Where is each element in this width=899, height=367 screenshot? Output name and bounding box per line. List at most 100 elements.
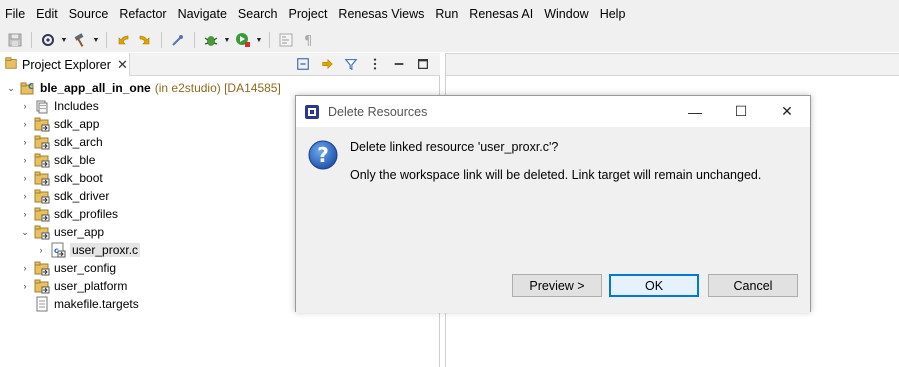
- tree-item-label: sdk_ble: [54, 153, 96, 167]
- menu-renesas-ai[interactable]: Renesas AI: [463, 0, 538, 28]
- menu-edit[interactable]: Edit: [30, 0, 63, 28]
- tree-item-label: Includes: [54, 99, 99, 113]
- maximize-icon[interactable]: [412, 55, 434, 73]
- preview-button[interactable]: Preview >: [512, 274, 602, 297]
- linked-folder-icon: [34, 260, 50, 276]
- toolbar-separator: [31, 32, 32, 48]
- tree-item-label: sdk_arch: [54, 135, 103, 149]
- tree-item-label: user_proxr.c: [70, 243, 141, 257]
- filter-icon[interactable]: [340, 55, 362, 73]
- dialog-message: Delete linked resource 'user_proxr.c'?: [350, 140, 559, 154]
- menu-navigate[interactable]: Navigate: [172, 0, 232, 28]
- menu-bar: File Edit Source Refactor Navigate Searc…: [0, 0, 899, 28]
- chevron-right-icon[interactable]: ›: [20, 119, 30, 129]
- build-config-icon[interactable]: [37, 30, 59, 50]
- tab-label: Project Explorer: [22, 57, 111, 72]
- e2studio-app-icon: [304, 104, 320, 120]
- editor-tab-bar: [446, 54, 899, 76]
- menu-renesas-views[interactable]: Renesas Views: [332, 0, 429, 28]
- chevron-right-icon[interactable]: ›: [20, 101, 30, 111]
- chevron-right-icon[interactable]: ›: [20, 191, 30, 201]
- delete-resources-dialog: Delete Resources ― ☐ ✕ ? Delete linked r…: [295, 95, 811, 313]
- tab-project-explorer[interactable]: Project Explorer ✕: [0, 53, 130, 76]
- run-icon[interactable]: [232, 30, 254, 50]
- tree-item-label: sdk_boot: [54, 171, 103, 185]
- link-with-editor-icon[interactable]: [316, 55, 338, 73]
- menu-file[interactable]: File: [0, 0, 30, 28]
- svg-text:C: C: [28, 82, 34, 91]
- debug-icon[interactable]: [167, 30, 189, 50]
- linked-folder-icon: [34, 188, 50, 204]
- cancel-button[interactable]: Cancel: [708, 274, 798, 297]
- toolbar-separator: [269, 32, 270, 48]
- menu-run[interactable]: Run: [429, 0, 463, 28]
- menu-help[interactable]: Help: [594, 0, 631, 28]
- view-menu-icon[interactable]: [364, 55, 386, 73]
- svg-text:?: ?: [317, 143, 329, 167]
- linked-folder-icon: [34, 170, 50, 186]
- window-controls: ― ☐ ✕: [672, 96, 810, 127]
- chevron-right-icon[interactable]: ›: [20, 281, 30, 291]
- tree-item-label: makefile.targets: [54, 297, 139, 311]
- chevron-down-icon[interactable]: ▼: [59, 30, 69, 50]
- tree-item-label: user_platform: [54, 279, 128, 293]
- maximize-window-icon[interactable]: ☐: [718, 96, 764, 127]
- chevron-down-icon[interactable]: ▼: [254, 30, 264, 50]
- menu-project[interactable]: Project: [283, 0, 333, 28]
- terminal-icon[interactable]: [275, 30, 297, 50]
- pilcrow-icon[interactable]: ¶: [297, 30, 319, 50]
- c-file-icon: c: [50, 242, 66, 258]
- includes-icon: [34, 98, 50, 114]
- view-tab-bar: Project Explorer ✕: [0, 53, 440, 76]
- chevron-down-icon[interactable]: ⌄: [20, 227, 30, 237]
- toolbar-separator: [106, 32, 107, 48]
- chevron-right-icon[interactable]: ›: [20, 263, 30, 273]
- forward-icon[interactable]: [134, 30, 156, 50]
- close-icon[interactable]: ✕: [117, 57, 128, 73]
- tree-item-label: sdk_profiles: [54, 207, 119, 221]
- back-icon[interactable]: [112, 30, 134, 50]
- minimize-icon[interactable]: [388, 55, 410, 73]
- tree-item-label: user_config: [54, 261, 117, 275]
- tree-item-label: user_app: [54, 225, 105, 239]
- dialog-body: ? Delete linked resource 'user_proxr.c'?…: [296, 127, 810, 313]
- linked-folder-icon: [34, 152, 50, 168]
- view-toolbar: [292, 55, 434, 73]
- project-name: ble_app_all_in_one: [40, 81, 151, 95]
- menu-source[interactable]: Source: [63, 0, 114, 28]
- save-icon[interactable]: [4, 30, 26, 50]
- menu-window[interactable]: Window: [538, 0, 593, 28]
- svg-text:¶: ¶: [304, 34, 312, 48]
- chevron-right-icon[interactable]: ›: [20, 209, 30, 219]
- toolbar-separator: [194, 32, 195, 48]
- linked-folder-icon: [34, 206, 50, 222]
- hammer-build-icon[interactable]: [69, 30, 91, 50]
- chevron-right-icon[interactable]: ›: [20, 173, 30, 183]
- chevron-right-icon[interactable]: ›: [20, 137, 30, 147]
- close-window-icon[interactable]: ✕: [764, 96, 810, 127]
- chevron-down-icon[interactable]: ⌄: [6, 83, 16, 93]
- linked-folder-icon: [34, 134, 50, 150]
- dialog-title: Delete Resources: [328, 104, 428, 119]
- linked-folder-icon: [34, 278, 50, 294]
- dialog-title-bar: Delete Resources ― ☐ ✕: [296, 96, 810, 127]
- menu-search[interactable]: Search: [232, 0, 283, 28]
- chevron-down-icon[interactable]: ▼: [222, 30, 232, 50]
- ok-button[interactable]: OK: [609, 274, 699, 297]
- collapse-all-icon[interactable]: [292, 55, 314, 73]
- bug-debug-icon[interactable]: [200, 30, 222, 50]
- question-icon: ?: [307, 139, 339, 171]
- linked-folder-icon: [34, 224, 50, 240]
- menu-refactor[interactable]: Refactor: [113, 0, 171, 28]
- main-toolbar: ▼ ▼ ▼ ▼ ¶: [0, 28, 899, 52]
- project-extra: (in e2studio) [DA14585]: [154, 81, 281, 95]
- chevron-right-icon[interactable]: ›: [36, 245, 46, 255]
- chevron-down-icon[interactable]: ▼: [91, 30, 101, 50]
- toolbar-separator: [161, 32, 162, 48]
- tree-item-label: sdk_app: [54, 117, 100, 131]
- chevron-right-icon[interactable]: ›: [20, 155, 30, 165]
- text-file-icon: [34, 296, 50, 312]
- minimize-window-icon[interactable]: ―: [672, 96, 718, 127]
- project-icon: C: [20, 80, 36, 96]
